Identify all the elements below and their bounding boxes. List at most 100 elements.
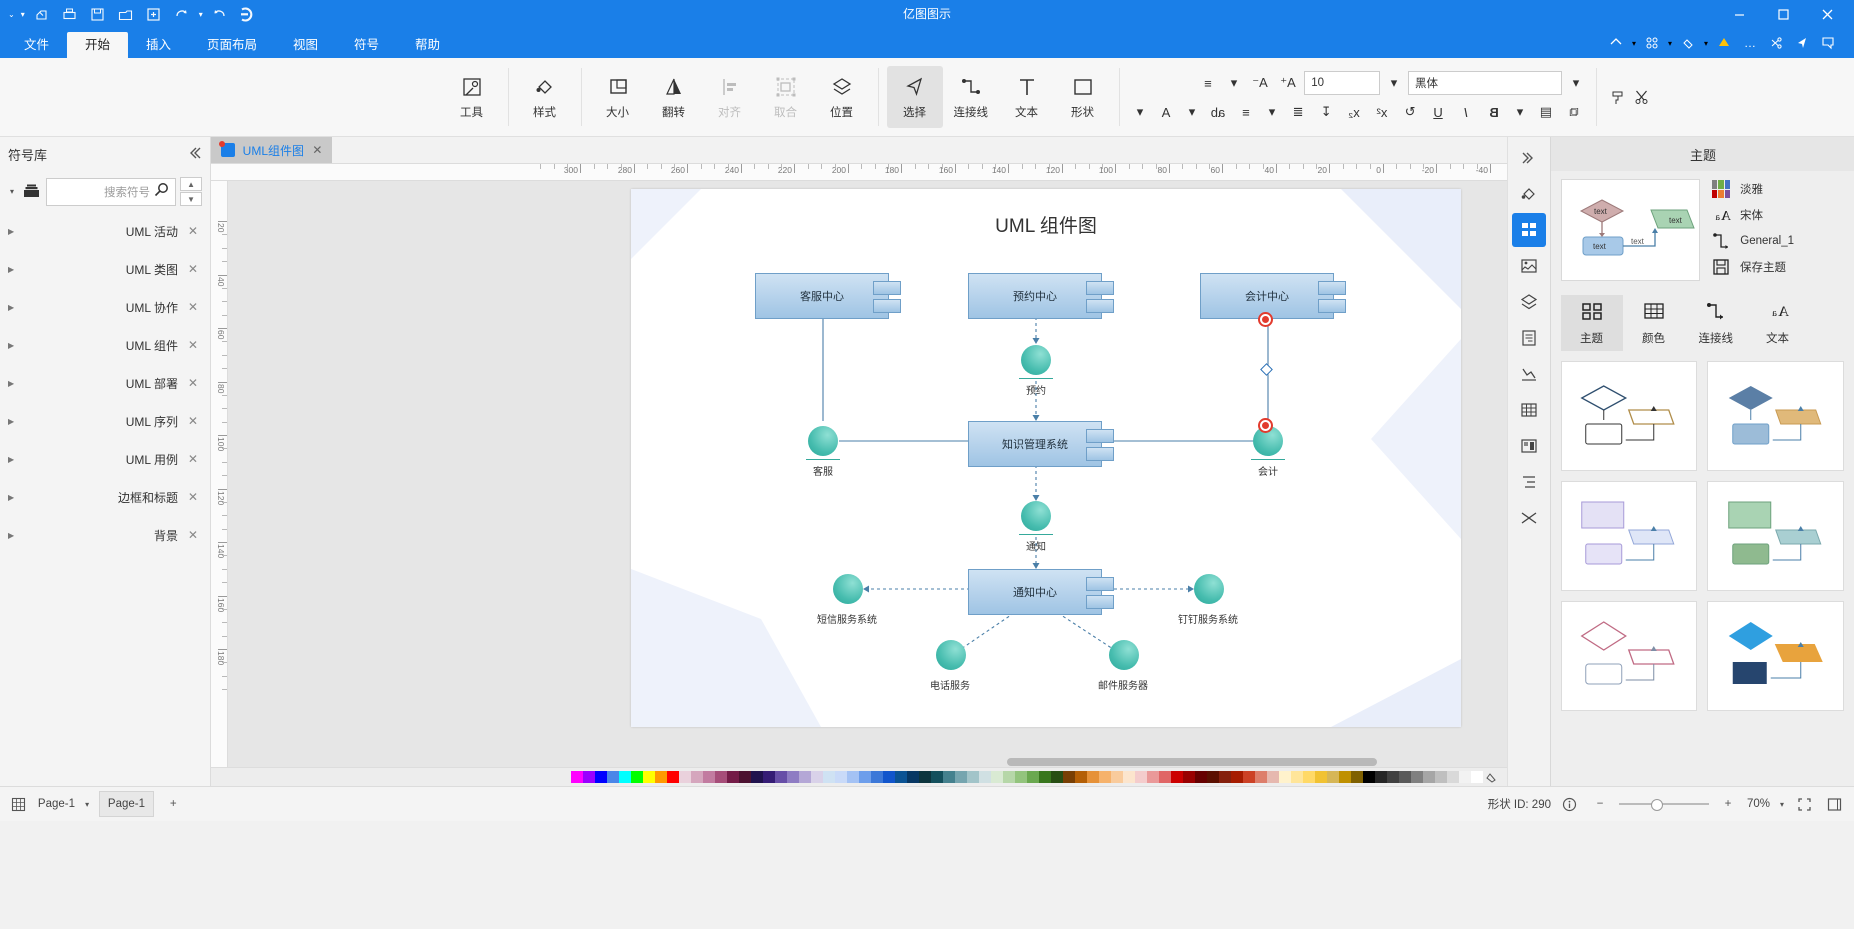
connector-endpoint-bottom[interactable]: [1258, 418, 1273, 433]
close-icon[interactable]: ✕: [184, 452, 202, 466]
tab-symbol[interactable]: 符号: [336, 32, 397, 58]
palette-color-swatch[interactable]: [871, 771, 883, 783]
zoom-chevron-icon[interactable]: ▾: [1778, 800, 1786, 809]
panel-collapse-button[interactable]: [1512, 141, 1546, 175]
palette-color-swatch[interactable]: [607, 771, 619, 783]
palette-color-swatch[interactable]: [1111, 771, 1123, 783]
palette-color-swatch[interactable]: [1471, 771, 1483, 783]
palette-color-swatch[interactable]: [1159, 771, 1171, 783]
home-arrow-icon[interactable]: [1604, 30, 1628, 56]
highlight-chevron-icon[interactable]: ▾: [1182, 101, 1202, 123]
palette-color-swatch[interactable]: [1363, 771, 1375, 783]
superscript-icon[interactable]: x²: [1370, 101, 1394, 123]
palette-color-swatch[interactable]: [775, 771, 787, 783]
palette-color-swatch[interactable]: [703, 771, 715, 783]
palette-color-swatch[interactable]: [1039, 771, 1051, 783]
rail-layers-icon[interactable]: [1512, 285, 1546, 319]
palette-color-swatch[interactable]: [1387, 771, 1399, 783]
document-tab-close-icon[interactable]: ✕: [312, 143, 322, 157]
palette-color-swatch[interactable]: [931, 771, 943, 783]
palette-color-swatch[interactable]: [895, 771, 907, 783]
interface-notification[interactable]: [1021, 501, 1051, 531]
underline-icon[interactable]: U: [1426, 101, 1450, 123]
palette-color-swatch[interactable]: [1063, 771, 1075, 783]
zoom-slider-knob[interactable]: [1650, 799, 1663, 811]
palette-color-swatch[interactable]: [1303, 771, 1315, 783]
palette-color-swatch[interactable]: [1243, 771, 1255, 783]
export-icon[interactable]: [29, 0, 55, 28]
rail-shuffle-icon[interactable]: [1512, 501, 1546, 535]
text-highlight-icon[interactable]: ab: [1206, 101, 1230, 123]
save-theme-row[interactable]: 保存主题: [1710, 257, 1786, 277]
interface-mail-server[interactable]: [1109, 640, 1139, 670]
flip-button[interactable]: 翻转: [646, 66, 702, 128]
theme-gallery-item[interactable]: [1707, 601, 1844, 711]
theme-color-row[interactable]: 淡雅: [1710, 179, 1763, 199]
palette-color-swatch[interactable]: [859, 771, 871, 783]
comment-icon[interactable]: [1816, 30, 1840, 56]
theme-gallery-item[interactable]: [1561, 481, 1698, 591]
fullscreen-icon[interactable]: [1794, 793, 1816, 815]
theme-tab-text[interactable]: Aa 文本: [1747, 295, 1809, 351]
subscript-icon[interactable]: x₂: [1342, 101, 1366, 123]
font-family-input[interactable]: 黑体: [1408, 71, 1562, 95]
tab-insert[interactable]: 插入: [128, 32, 189, 58]
palette-color-swatch[interactable]: [595, 771, 607, 783]
palette-color-swatch[interactable]: [1147, 771, 1159, 783]
palette-color-swatch[interactable]: [1459, 771, 1471, 783]
copy-icon[interactable]: ⧉: [1562, 101, 1586, 123]
palette-color-swatch[interactable]: [1339, 771, 1351, 783]
chevron-down-icon[interactable]: ▼: [180, 192, 202, 206]
theme-connector-row[interactable]: General_1: [1710, 231, 1794, 251]
symbol-library-item[interactable]: ✕ UML 序列 ◀: [0, 402, 210, 440]
palette-color-swatch[interactable]: [727, 771, 739, 783]
font-color-icon[interactable]: A: [1154, 101, 1178, 123]
close-icon[interactable]: ✕: [184, 262, 202, 276]
palette-color-swatch[interactable]: [571, 771, 583, 783]
palette-color-swatch[interactable]: [1327, 771, 1339, 783]
position-button[interactable]: 位置: [814, 66, 870, 128]
connector-tool-button[interactable]: 连接线: [943, 66, 999, 128]
palette-fill-icon[interactable]: [1676, 30, 1700, 56]
new-icon[interactable]: [141, 0, 167, 28]
text-tool-button[interactable]: 文本: [999, 66, 1055, 128]
tab-home[interactable]: 开始: [67, 32, 129, 58]
symbol-library-item[interactable]: ✕ UML 用例 ◀: [0, 440, 210, 478]
palette-color-swatch[interactable]: [679, 771, 691, 783]
palette-color-swatch[interactable]: [967, 771, 979, 783]
palette-color-swatch[interactable]: [847, 771, 859, 783]
symbol-scroll-spinner[interactable]: ▲ ▼: [180, 177, 202, 206]
select-tool-button[interactable]: 选择: [887, 66, 943, 128]
palette-color-swatch[interactable]: [1351, 771, 1363, 783]
redo-icon[interactable]: [207, 0, 233, 28]
palette-color-swatch[interactable]: [979, 771, 991, 783]
palette-color-swatch[interactable]: [1099, 771, 1111, 783]
rail-table-icon[interactable]: [1512, 393, 1546, 427]
page-tab[interactable]: Page-1: [99, 791, 155, 817]
palette-color-swatch[interactable]: [1183, 771, 1195, 783]
palette-color-swatch[interactable]: [1171, 771, 1183, 783]
theme-gallery-item[interactable]: [1707, 361, 1844, 471]
print-icon[interactable]: [57, 0, 83, 28]
palette-color-swatch[interactable]: [907, 771, 919, 783]
palette-chevron-icon[interactable]: ▾: [1666, 39, 1674, 48]
style-button[interactable]: 样式: [517, 66, 573, 128]
symbol-library-item[interactable]: ✕ UML 协作 ◀: [0, 288, 210, 326]
tab-help[interactable]: 帮助: [397, 32, 458, 58]
highlight-icon[interactable]: [1712, 30, 1736, 56]
size-button[interactable]: 大小: [590, 66, 646, 128]
palette-color-swatch[interactable]: [1255, 771, 1267, 783]
add-page-icon[interactable]: +: [162, 793, 184, 815]
palette-color-swatch[interactable]: [823, 771, 835, 783]
palette-color-swatch[interactable]: [631, 771, 643, 783]
align-button[interactable]: 对齐: [702, 66, 758, 128]
tools-button[interactable]: 工具: [444, 66, 500, 128]
symbol-library-item[interactable]: ✕ UML 类图 ◀: [0, 250, 210, 288]
more-icon[interactable]: …: [1738, 30, 1762, 56]
palette-color-swatch[interactable]: [1075, 771, 1087, 783]
symbol-library-item[interactable]: ✕ 边框和标题 ◀: [0, 478, 210, 516]
theme-preview[interactable]: text text text text: [1561, 179, 1700, 281]
interface-customer-service[interactable]: [808, 426, 838, 456]
tab-page-layout[interactable]: 页面布局: [189, 32, 275, 58]
paste-icon[interactable]: ▤: [1534, 101, 1558, 123]
